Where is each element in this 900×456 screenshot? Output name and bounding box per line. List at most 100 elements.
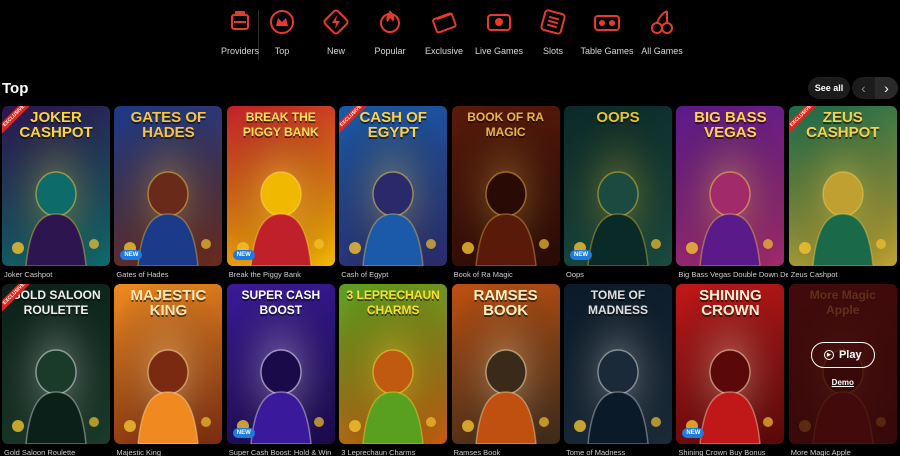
tab-table-games[interactable]: Table Games [577,6,637,64]
game-name[interactable]: Gates of Hades [116,270,226,279]
game-art-title: BOOK OF RA MAGIC [467,110,544,139]
game-name[interactable]: Break the Piggy Bank [229,270,339,279]
game-thumbnail[interactable]: GOLD SALOON ROULETTE EXCLUSIVE [2,284,110,444]
tab-new[interactable]: New [306,6,366,64]
new-badge: NEW [232,250,255,260]
game-name[interactable]: Super Cash Boost: Hold & Win [229,448,339,456]
game-name[interactable]: Gold Saloon Roulette [4,448,114,456]
play-icon: ▶ [823,349,834,360]
slots-icon [537,6,569,38]
game-thumbnail[interactable]: SHINING CROWN NEW [676,284,785,444]
tab-exclusive[interactable]: Exclusive [414,6,474,64]
demo-link[interactable]: Demo [832,378,854,387]
game-thumbnail[interactable]: BOOK OF RA MAGIC [451,106,560,266]
game-tile[interactable]: JOKER CASHPOT EXCLUSIVE Joker Cashpot [2,106,110,279]
game-tile[interactable]: BIG BASS VEGAS Big Bass Vegas Double Down… [676,106,788,279]
new-badge: NEW [120,250,143,260]
exclusive-icon [428,6,460,38]
game-thumbnail[interactable]: CASH OF EGYPT EXCLUSIVE [339,106,448,266]
game-thumbnail[interactable]: RAMSES BOOK [451,284,560,444]
game-tile[interactable]: OOPS NEW Oops [564,106,672,279]
game-thumbnail[interactable]: 3 LEPRECHAUN CHARMS [339,284,448,444]
game-tile[interactable]: BOOK OF RA MAGIC Book of Ra Magic [451,106,560,279]
tab-label: Table Games [580,46,634,56]
game-tile[interactable]: GATES OF HADES NEW Gates of Hades [114,106,223,279]
game-thumbnail[interactable]: TOME OF MADNESS [564,284,672,444]
live-games-icon [483,6,515,38]
game-art-title: TOME OF MADNESS [587,288,648,317]
game-tile[interactable]: ZEUS CASHPOT EXCLUSIVE Zeus Cashpot [788,106,897,279]
game-thumbnail[interactable]: BIG BASS VEGAS [676,106,785,266]
play-button[interactable]: ▶ Play [810,341,875,368]
game-tile[interactable]: MAJESTIC KING Majestic King [114,284,223,456]
game-tile[interactable]: SUPER CASH BOOST NEW Super Cash Boost: Hol… [226,284,335,456]
game-name[interactable]: Ramses Book [454,448,564,456]
tab-label: New [326,46,345,56]
game-name[interactable]: More Magic Apple [791,448,900,456]
game-tile[interactable]: More Magic Apple▶PlayDemoMore Magic Appl… [788,284,897,456]
new-icon [320,6,352,38]
game-art-title: GATES OF HADES [130,109,207,141]
tab-label: Top [274,46,290,56]
game-tile[interactable]: RAMSES BOOK Ramses Book [451,284,560,456]
game-name[interactable]: Oops [566,270,676,279]
tab-label: Live Games [474,46,524,56]
game-art-title: OOPS [596,109,640,126]
tab-label: Popular [374,46,406,56]
tab-top[interactable]: Top [252,6,312,64]
game-art-title: BIG BASS VEGAS [694,109,767,141]
play-label: Play [838,348,862,361]
game-name[interactable]: Big Bass Vegas Double Down Deluxe [678,270,788,279]
category-nav: Providers Top New Popular Exclusive Live Game… [0,0,900,70]
see-all-button[interactable]: See all [808,77,850,99]
game-thumbnail[interactable]: JOKER CASHPOT EXCLUSIVE [2,106,110,266]
cherries-icon [646,6,678,38]
game-thumbnail[interactable]: ZEUS CASHPOT EXCLUSIVE [788,106,897,266]
game-tile[interactable]: TOME OF MADNESS Tome of Madness [564,284,672,456]
game-name[interactable]: Book of Ra Magic [454,270,564,279]
new-badge: NEW [570,250,592,260]
game-art-title: SHINING CROWN [699,287,762,319]
game-name[interactable]: Cash of Egypt [341,270,451,279]
play-overlay: ▶ Play Demo [788,284,897,444]
chevron-right-icon[interactable]: › [875,77,898,99]
game-art-title: RAMSES BOOK [473,287,538,319]
game-name[interactable]: Shining Crown Buy Bonus [678,448,788,456]
game-thumbnail[interactable]: MAJESTIC KING [114,284,223,444]
tab-all-games[interactable]: All Games [632,6,692,64]
tab-popular[interactable]: Popular [360,6,420,64]
crown-icon [266,6,298,38]
game-name[interactable]: Joker Cashpot [4,270,114,279]
popular-icon [374,6,406,38]
game-thumbnail[interactable]: GATES OF HADES NEW [114,106,223,266]
tab-live-games[interactable]: Live Games [469,6,529,64]
game-thumbnail[interactable]: OOPS NEW [564,106,672,266]
game-name[interactable]: Zeus Cashpot [791,270,900,279]
game-art-title: 3 LEPRECHAUN CHARMS [346,288,440,317]
game-art-title: SUPER CASH BOOST [241,288,321,317]
chevron-left-icon[interactable]: ‹ [852,77,875,99]
new-badge: NEW [232,428,255,438]
game-thumbnail[interactable]: SUPER CASH BOOST NEW [226,284,335,444]
game-thumbnail[interactable]: More Magic Apple▶PlayDemo [788,284,897,444]
tab-label: Slots [542,46,563,56]
game-art-title: BREAK THE PIGGY BANK [242,110,319,139]
game-tile[interactable]: 3 LEPRECHAUN CHARMS 3 Leprechaun Charms [339,284,448,456]
game-thumbnail[interactable]: BREAK THE PIGGY BANK NEW [226,106,335,266]
game-artwork [564,106,672,266]
game-name[interactable]: 3 Leprechaun Charms [341,448,451,456]
section-title: Top [2,80,29,97]
game-name[interactable]: Tome of Madness [566,448,676,456]
tab-label: All Games [641,46,683,56]
tab-label: Exclusive [424,46,463,56]
table-games-icon [591,6,623,38]
game-tile[interactable]: BREAK THE PIGGY BANK NEW Break the Piggy B… [226,106,335,279]
game-tile[interactable]: SHINING CROWN NEW Shining Crown Buy Bonus [676,284,785,456]
game-tile[interactable]: GOLD SALOON ROULETTE EXCLUSIVE Gold Saloon… [2,284,110,456]
tab-slots[interactable]: Slots [523,6,583,64]
new-badge: NEW [682,428,705,438]
carousel-arrows: ‹ › [852,77,898,99]
game-tile[interactable]: CASH OF EGYPT EXCLUSIVE Cash of Egypt [339,106,448,279]
game-art-title: MAJESTIC KING [130,287,207,319]
game-name[interactable]: Majestic King [116,448,226,456]
